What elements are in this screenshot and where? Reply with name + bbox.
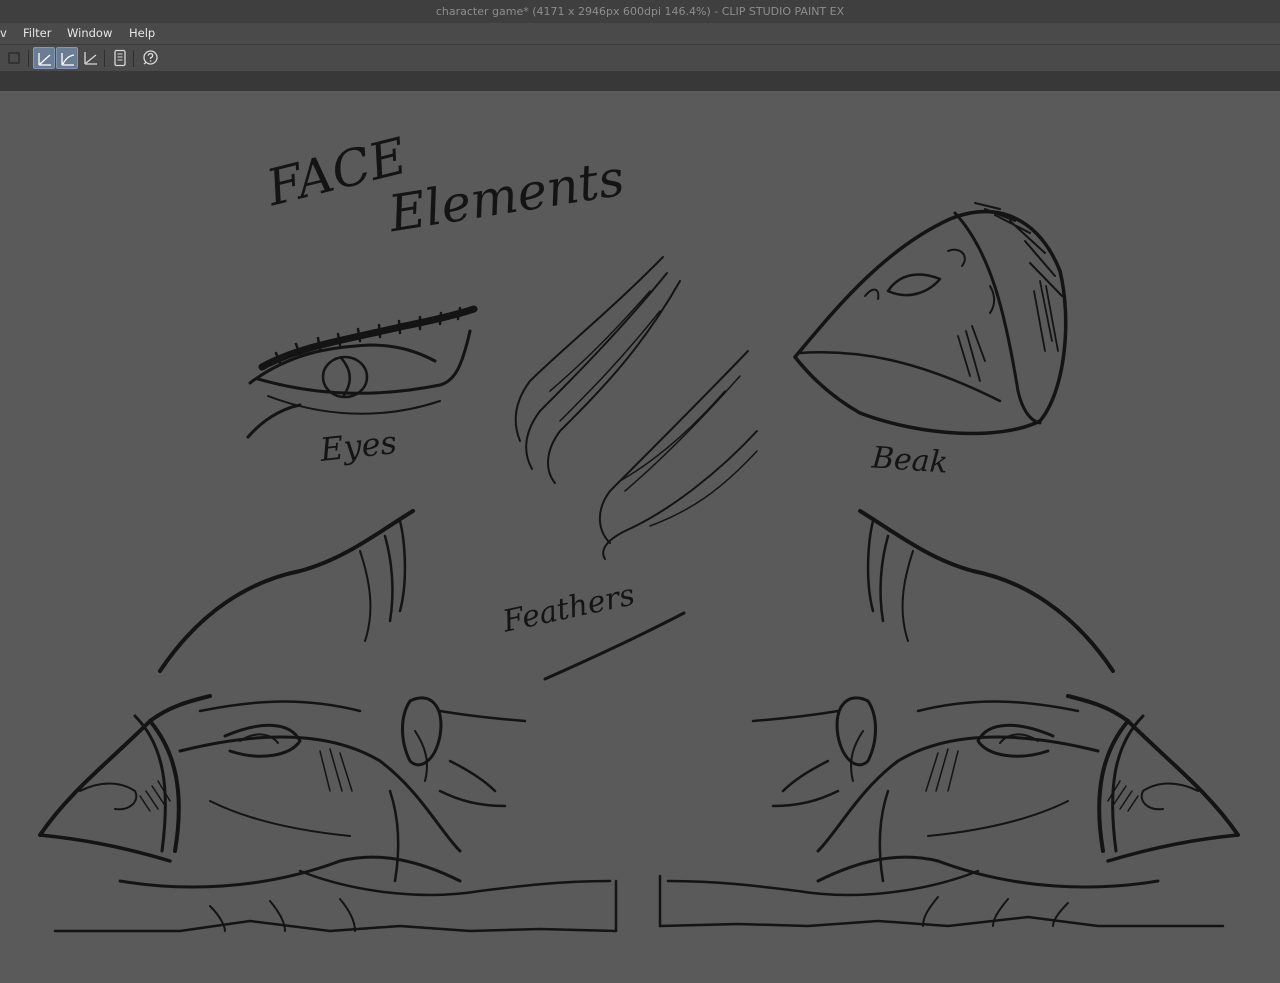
- select-square-button[interactable]: [3, 47, 25, 69]
- tab-bar: [0, 71, 1280, 91]
- window-title-bar: character game* (4171 x 2946px 600dpi 14…: [0, 0, 1280, 23]
- help-button[interactable]: [139, 47, 161, 69]
- ruler-line-button[interactable]: [80, 47, 102, 69]
- beak-label: Beak: [870, 440, 950, 481]
- menu-item-window[interactable]: Window: [67, 23, 112, 44]
- toolbar-separator: [133, 50, 134, 67]
- window-title: character game* (4171 x 2946px 600dpi 14…: [435, 5, 845, 18]
- sketch-artwork: [38, 202, 1240, 933]
- right-head-sketch: [658, 509, 1240, 928]
- help-icon: [143, 50, 158, 65]
- eyes-label: Eyes: [318, 423, 399, 469]
- stabilization-line-button[interactable]: [33, 47, 55, 69]
- menu-item-help[interactable]: Help: [129, 23, 155, 44]
- drawing-canvas[interactable]: FACE Elements Eyes Beak Feathers: [0, 91, 1280, 983]
- menu-item-view[interactable]: v: [0, 23, 7, 44]
- command-bar: [0, 44, 1280, 71]
- toolbar-separator: [28, 50, 29, 67]
- menu-bar: v Filter Window Help: [0, 23, 1280, 44]
- menu-item-filter[interactable]: Filter: [23, 23, 51, 44]
- tablet-icon: [114, 49, 126, 67]
- ruler-line-icon: [84, 52, 97, 65]
- tablet-button[interactable]: [109, 47, 131, 69]
- eye-sketch: [246, 305, 478, 439]
- stabilization-line-icon: [38, 53, 51, 66]
- left-head-sketch: [38, 509, 618, 933]
- stabilization-curve-button[interactable]: [56, 47, 78, 69]
- beak-sketch: [793, 202, 1068, 436]
- select-square-icon: [8, 52, 20, 64]
- feathers-sketch: [514, 256, 758, 560]
- toolbar-separator: [104, 50, 105, 67]
- stabilization-curve-icon: [61, 53, 75, 66]
